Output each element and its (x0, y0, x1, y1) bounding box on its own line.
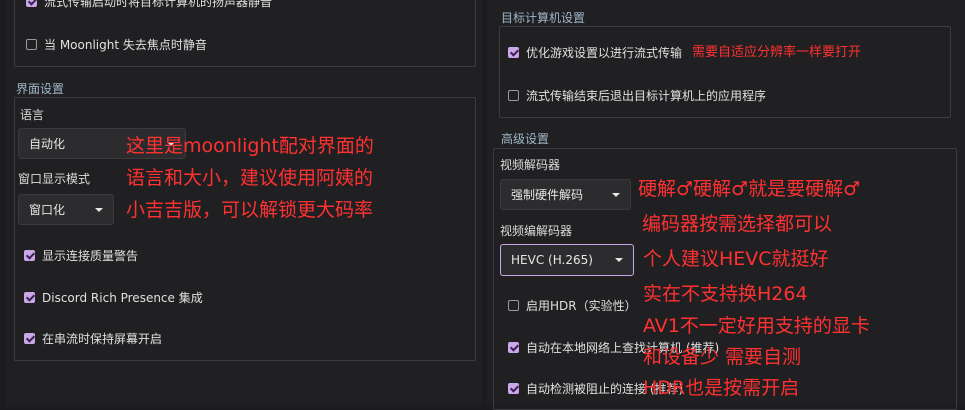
checkbox-label: 当 Moonlight 失去焦点时静音 (44, 38, 207, 52)
mute-unfocused-checkbox[interactable]: 当 Moonlight 失去焦点时静音 (26, 36, 207, 53)
video-decoder-select-value: 强制硬件解码 (511, 188, 584, 202)
checkbox-box[interactable] (508, 342, 519, 353)
annotation-line: 和设备少 需要自测 (643, 346, 802, 368)
annotation-line: HDR也是按需开启 (643, 377, 800, 399)
annotation-line: 硬解♂硬解♂就是要硬解♂ (638, 178, 861, 200)
video-codec-select-value: HEVC (H.265) (511, 253, 593, 267)
discord-rich-presence-checkbox[interactable]: Discord Rich Presence 集成 (24, 289, 203, 306)
checkbox-label: 流式传输结束后退出目标计算机上的应用程序 (526, 89, 767, 103)
video-codec-label: 视频编解码器 (500, 224, 573, 238)
checkbox-label: 优化游戏设置以进行流式传输 (526, 46, 683, 60)
video-decoder-label: 视频解码器 (500, 158, 561, 172)
annotation-line: 编码器按需选择都可以 (642, 213, 833, 235)
window-mode-select[interactable]: 窗口化 (18, 194, 114, 225)
advanced-settings-title: 高级设置 (501, 132, 550, 146)
annotation-line: 语言和大小，建议使用阿姨的 (126, 167, 374, 189)
enable-hdr-checkbox[interactable]: 启用HDR（实验性） (508, 297, 637, 314)
mute-host-speakers-checkbox[interactable]: 流式传输启动时将目标计算机的扬声器静音 (26, 0, 272, 10)
annotation-line: 这里是moonlight配对界面的 (126, 135, 374, 157)
host-settings-title: 目标计算机设置 (501, 11, 586, 25)
checkbox-box[interactable] (508, 47, 519, 58)
checkbox-box[interactable] (508, 383, 519, 394)
annotation-adaptive-resolution: 需要自适应分辨率一样要打开 (692, 45, 862, 60)
window-mode-select-value: 窗口化 (29, 203, 66, 217)
annotation-line: 个人建议HEVC就挺好 (643, 248, 829, 270)
annotation-line: 小吉吉版，可以解锁更大码率 (126, 199, 374, 221)
optimize-game-settings-checkbox[interactable]: 优化游戏设置以进行流式传输 (508, 44, 682, 61)
annotation-line: 实在不支持换H264 (643, 283, 808, 305)
checkbox-label: 显示连接质量警告 (42, 249, 139, 263)
checkbox-label: 启用HDR（实验性） (526, 299, 637, 313)
checkbox-label: 流式传输启动时将目标计算机的扬声器静音 (44, 0, 273, 9)
checkbox-label: 在串流时保持屏幕开启 (42, 332, 163, 346)
checkbox-box[interactable] (26, 0, 37, 7)
host-settings-group (499, 26, 951, 118)
quality-warning-checkbox[interactable]: 显示连接质量警告 (24, 247, 138, 264)
checkbox-box[interactable] (508, 90, 519, 101)
annotation-line: AV1不一定好用支持的显卡 (643, 315, 870, 337)
chevron-down-icon (612, 192, 620, 197)
chevron-down-icon (615, 258, 623, 262)
quit-app-after-stream-checkbox[interactable]: 流式传输结束后退出目标计算机上的应用程序 (508, 87, 766, 104)
checkbox-box[interactable] (24, 333, 35, 344)
video-decoder-select[interactable]: 强制硬件解码 (500, 179, 631, 210)
audio-settings-group (14, 0, 476, 67)
language-label: 语言 (20, 108, 45, 122)
video-codec-select[interactable]: HEVC (H.265) (500, 244, 634, 276)
chevron-down-icon (95, 207, 103, 212)
window-mode-label: 窗口显示模式 (18, 172, 91, 186)
checkbox-box[interactable] (24, 250, 35, 261)
ui-settings-title: 界面设置 (16, 82, 65, 96)
checkbox-box[interactable] (26, 39, 37, 50)
checkbox-box[interactable] (508, 300, 519, 311)
checkbox-box[interactable] (24, 292, 35, 303)
language-select-value: 自动化 (29, 137, 66, 151)
keep-screen-awake-checkbox[interactable]: 在串流时保持屏幕开启 (24, 330, 162, 347)
checkbox-label: Discord Rich Presence 集成 (42, 291, 203, 305)
